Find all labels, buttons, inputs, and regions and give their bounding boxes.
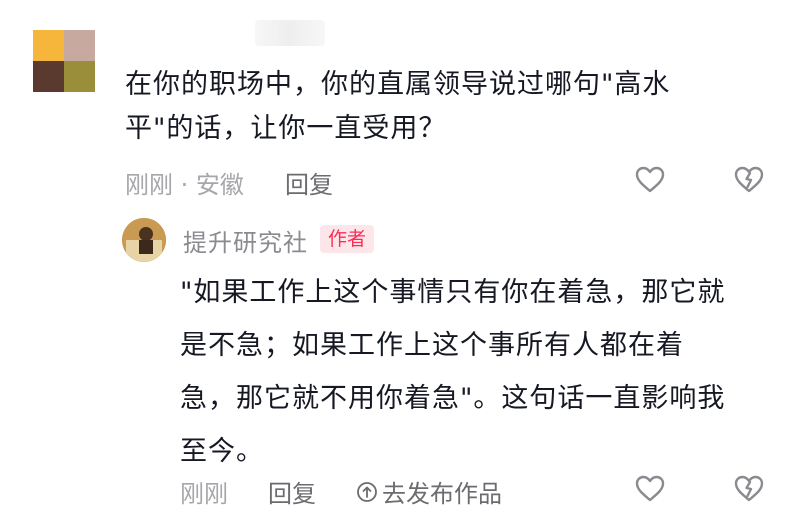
author-name[interactable]: 提升研究社 (183, 223, 308, 258)
author-avatar[interactable] (122, 218, 166, 262)
avatar-tile (64, 61, 95, 92)
heart-outline-icon[interactable] (634, 164, 666, 196)
comment-meta: 刚刚 · 安徽 (125, 171, 244, 199)
avatar-tile (64, 30, 95, 61)
avatar-tile (33, 30, 64, 61)
author-avatar-image (122, 218, 166, 262)
reply-text: "如果工作上这个事情只有你在着急，那它就 是不急；如果工作上这个事所有人都在着 … (180, 277, 726, 467)
avatar-tile (33, 61, 64, 92)
reply-meta: 刚刚 (180, 480, 228, 508)
reply-reply-button[interactable]: 回复 (268, 474, 316, 509)
author-badge: 作者 (320, 225, 375, 253)
comment-reply-button[interactable]: 回复 (285, 165, 333, 200)
broken-heart-icon[interactable] (733, 164, 765, 196)
publish-work-label: 去发布作品 (382, 480, 502, 508)
broken-heart-icon[interactable] (733, 473, 765, 505)
comment-text: 在你的职场中，你的直属领导说过哪句"高水 平"的话，让你一直受用？ (125, 69, 671, 144)
blurred-username (255, 20, 325, 46)
publish-work-link[interactable]: 去发布作品 (356, 474, 502, 509)
upload-circle-icon (357, 481, 377, 502)
heart-outline-icon[interactable] (634, 473, 666, 505)
commenter-avatar[interactable] (33, 30, 95, 92)
